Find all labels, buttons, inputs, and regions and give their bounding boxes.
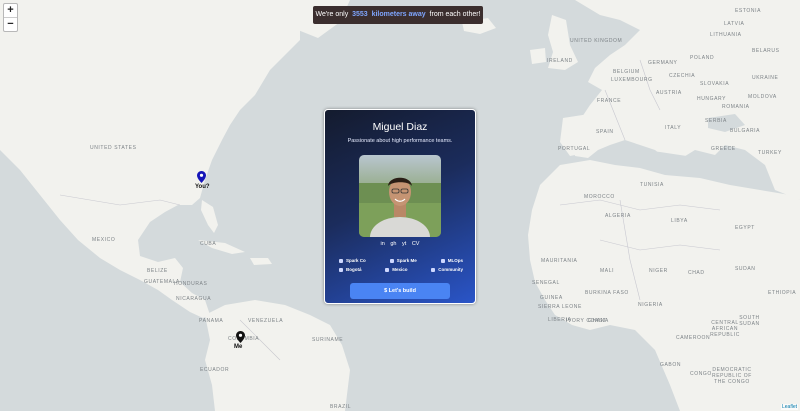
map-label-estonia: ESTONIA <box>735 8 762 14</box>
map-label-tunisia: TUNISIA <box>640 182 664 188</box>
you-marker-label: You? <box>195 184 210 190</box>
map-label-portugal: PORTUGAL <box>558 146 591 152</box>
map-label-ireland: IRELAND <box>547 58 573 64</box>
map-label-sierra-leone: SIERRA LEONE <box>538 304 582 310</box>
map-label-nigeria: NIGERIA <box>638 302 663 308</box>
company-icon <box>440 258 445 263</box>
you-marker-icon[interactable] <box>197 171 206 183</box>
map-label-united-states: UNITED STATES <box>90 145 137 151</box>
zoom-in-button[interactable]: + <box>4 4 17 17</box>
profile-items: Spark Co Spark Me MLOps Bogotá Mexico Co… <box>339 258 463 276</box>
map-label-serbia: SERBIA <box>705 118 727 124</box>
map-label-liberia: LIBERIA <box>548 317 572 323</box>
item-community[interactable]: Community <box>431 267 463 272</box>
map-label-luxembourg: LUXEMBOURG <box>611 77 653 83</box>
map-label-brazil: BRAZIL <box>330 404 352 410</box>
map-label-morocco: MOROCCO <box>584 194 615 200</box>
map-label-algeria: ALGERIA <box>605 213 631 219</box>
map-label-mexico: MEXICO <box>92 237 116 243</box>
map-label-libya: LIBYA <box>671 218 688 224</box>
me-marker-label: Me <box>234 344 243 350</box>
item-bogota[interactable]: Bogotá <box>339 267 362 272</box>
map-label-italy: ITALY <box>665 125 682 131</box>
map-label-romania: ROMANIA <box>722 104 750 110</box>
zoom-out-button[interactable]: − <box>4 17 17 31</box>
map-label-moldova: MOLDOVA <box>748 94 777 100</box>
distance-value: 3553 <box>352 11 368 18</box>
map-label-honduras: HONDURAS <box>174 281 208 287</box>
map-label-latvia: LATVIA <box>724 21 745 27</box>
map-label-belarus: BELARUS <box>752 48 780 54</box>
map-label-senegal: SENEGAL <box>532 280 560 286</box>
map-label-drc: DEMOCRATIC REPUBLIC OF THE CONGO <box>712 367 752 385</box>
cv-link[interactable]: CV <box>412 241 420 247</box>
profile-name: Miguel Diaz <box>372 121 428 133</box>
map-label-burkina-faso: BURKINA FASO <box>585 290 629 296</box>
map-label-mauritania: MAURITANIA <box>541 258 578 264</box>
map-label-south-sudan: SOUTH SUDAN <box>739 315 760 327</box>
zoom-control: + − <box>3 3 18 32</box>
distance-unit: kilometers away <box>371 11 426 18</box>
distance-banner: We're only 3553 kilometers away from eac… <box>313 6 483 24</box>
map-label-nicaragua: NICARAGUA <box>176 296 212 302</box>
map-label-ghana: GHANA <box>588 318 609 324</box>
map-label-hungary: HUNGARY <box>697 96 727 102</box>
globe-icon <box>431 267 436 272</box>
map-label-venezuela: VENEZUELA <box>248 318 284 324</box>
company-icon <box>339 258 343 263</box>
social-links: in gh yt CV <box>325 241 475 247</box>
map-label-sudan: SUDAN <box>735 266 756 272</box>
map-attribution[interactable]: Leaflet <box>780 404 798 410</box>
map-label-belgium: BELGIUM <box>613 69 640 75</box>
map-label-guinea: GUINEA <box>540 295 563 301</box>
map-label-gabon: GABON <box>660 362 682 368</box>
map-label-suriname: SURINAME <box>312 337 344 343</box>
item-spark-me[interactable]: Spark Me <box>389 258 417 263</box>
map-label-czechia: CZECHIA <box>669 73 696 79</box>
youtube-icon[interactable]: yt <box>402 241 406 247</box>
video-icon <box>339 267 343 272</box>
map-label-niger: NIGER <box>649 268 668 274</box>
banner-prefix: We're only <box>315 11 349 18</box>
map-label-united-kingdom: UNITED KINGDOM <box>570 38 623 44</box>
map-label-egypt: EGYPT <box>735 225 755 231</box>
lets-build-button[interactable]: $ Let's build <box>350 283 450 299</box>
banner-suffix: from each other! <box>429 11 481 18</box>
map-label-ethiopia: ETHIOPIA <box>768 290 797 296</box>
profile-tagline: Passionate about high performance teams. <box>347 138 453 144</box>
map-label-germany: GERMANY <box>648 60 678 66</box>
video-icon <box>385 267 390 272</box>
map-label-bulgaria: BULGARIA <box>730 128 761 134</box>
map-label-austria: AUSTRIA <box>656 90 682 96</box>
github-icon[interactable]: gh <box>390 241 396 247</box>
map-label-poland: POLAND <box>690 55 715 61</box>
map-label-lithuania: LITHUANIA <box>710 32 742 38</box>
me-marker-icon[interactable] <box>236 331 245 343</box>
map-label-ecuador: ECUADOR <box>200 367 230 373</box>
map-label-cuba: CUBA <box>200 241 217 247</box>
company-icon <box>389 258 394 263</box>
item-spark-co[interactable]: Spark Co <box>339 258 366 263</box>
item-mlops[interactable]: MLOps <box>440 258 463 263</box>
map-label-slovakia: SLOVAKIA <box>700 81 730 87</box>
map-label-france: FRANCE <box>597 98 622 104</box>
map-label-turkey: TURKEY <box>758 150 782 156</box>
map-label-belize: BELIZE <box>147 268 168 274</box>
map-label-mali: MALI <box>600 268 615 274</box>
profile-photo <box>359 155 441 237</box>
linkedin-icon[interactable]: in <box>381 241 385 247</box>
item-mexico[interactable]: Mexico <box>385 267 408 272</box>
profile-card: Miguel Diaz Passionate about high perfor… <box>324 109 476 304</box>
map-label-chad: CHAD <box>688 270 705 276</box>
map-label-spain: SPAIN <box>596 129 614 135</box>
map-label-greece: GREECE <box>711 146 736 152</box>
map-label-ukraine: UKRAINE <box>752 75 779 81</box>
map-label-panama: PANAMA <box>199 318 224 324</box>
